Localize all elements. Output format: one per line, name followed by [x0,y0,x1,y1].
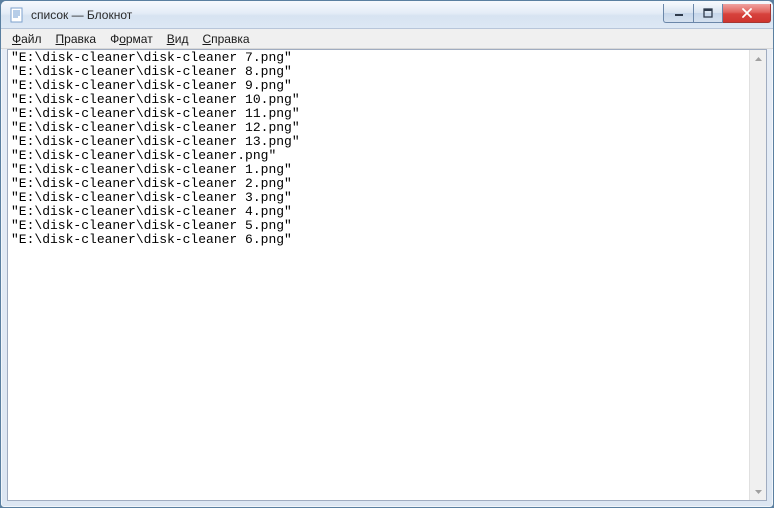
scroll-down-arrow-icon[interactable] [750,483,767,500]
text-editor[interactable]: "E:\disk-cleaner\disk-cleaner 7.png" "E:… [8,50,749,500]
vertical-scrollbar[interactable] [749,50,766,500]
app-window: список — Блокнот Файл Правка Формат Вид … [0,0,774,508]
close-button[interactable] [723,4,771,23]
title-bar[interactable]: список — Блокнот [1,1,773,29]
menu-edit[interactable]: Правка [49,30,104,48]
maximize-button[interactable] [693,4,723,23]
scroll-up-arrow-icon[interactable] [750,50,767,67]
menu-file[interactable]: Файл [5,30,49,48]
notepad-icon [9,7,25,23]
menu-format[interactable]: Формат [103,30,160,48]
menu-view[interactable]: Вид [160,30,196,48]
menu-bar: Файл Правка Формат Вид Справка [1,29,773,49]
minimize-button[interactable] [663,4,693,23]
client-area: "E:\disk-cleaner\disk-cleaner 7.png" "E:… [7,49,767,501]
window-controls [663,4,771,23]
menu-help[interactable]: Справка [195,30,256,48]
window-title: список — Блокнот [31,8,663,22]
